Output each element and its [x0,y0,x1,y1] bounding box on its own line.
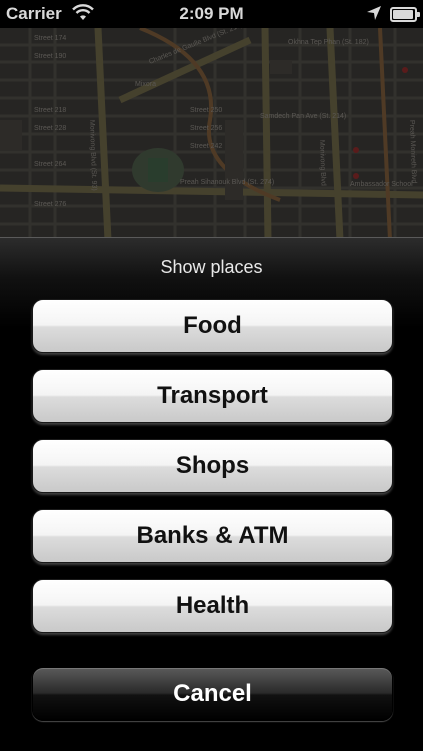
map-view: Mixora Street 174 Street 190 Street 218 … [0,0,423,240]
cancel-button[interactable]: Cancel [32,667,393,721]
transport-button[interactable]: Transport [32,369,393,423]
action-sheet: Show places Food Transport Shops Banks &… [0,237,423,751]
status-bar: Carrier 2:09 PM [0,0,423,28]
banks-atm-button[interactable]: Banks & ATM [32,509,393,563]
sheet-title: Show places [160,257,263,277]
clock: 2:09 PM [179,4,244,23]
location-arrow-icon [366,5,382,26]
map-dim-overlay [0,0,423,240]
food-button[interactable]: Food [32,299,393,353]
battery-icon [390,7,420,22]
shops-button[interactable]: Shops [32,439,393,493]
health-button[interactable]: Health [32,579,393,633]
